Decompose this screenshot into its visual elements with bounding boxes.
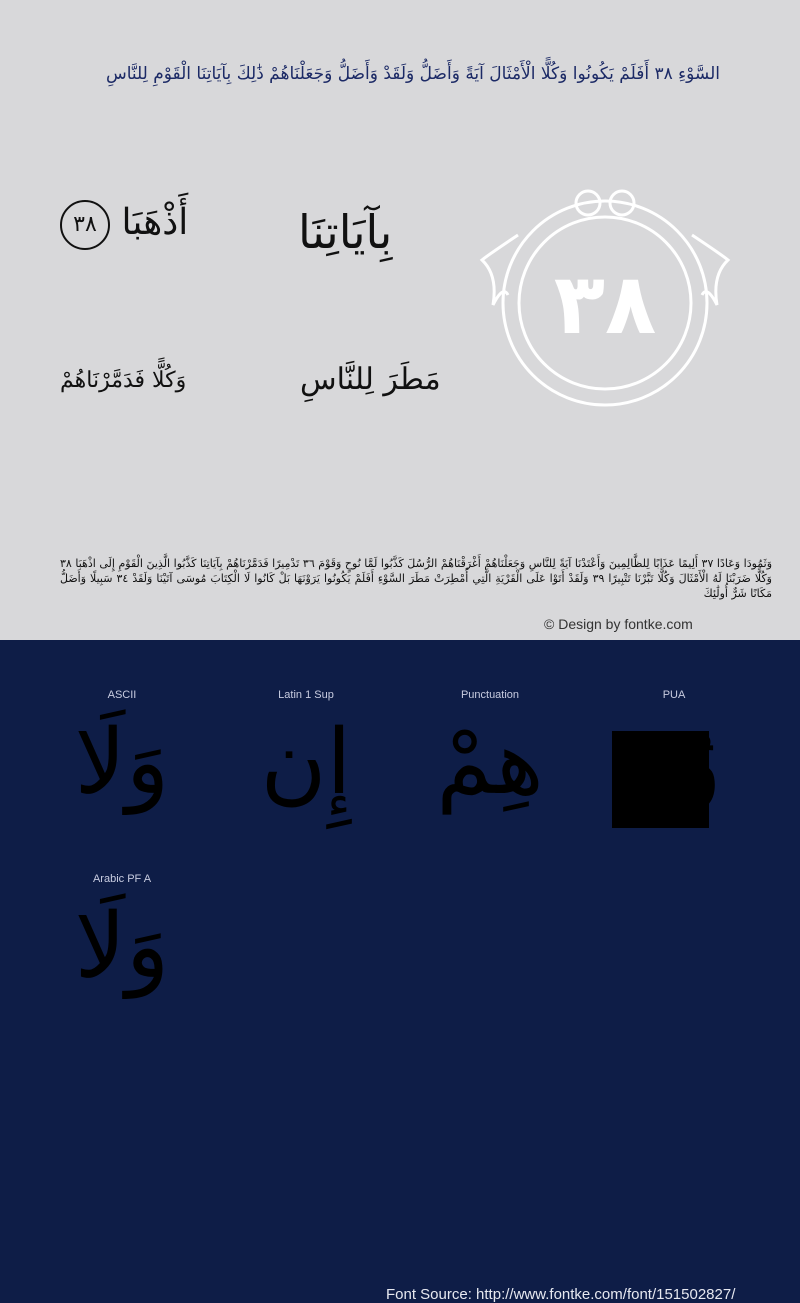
- glyph-latin1: إِن: [260, 710, 352, 815]
- glyph-punctuation: هِمْ: [436, 710, 544, 815]
- sample-dhahaba-text: أَذْهَبَا: [121, 202, 189, 243]
- glyph-label-punctuation: Punctuation: [460, 689, 520, 701]
- glyph-panel: Font Source: http://www.fontke.com/font/…: [0, 640, 800, 1303]
- design-credit: © Design by fontke.com: [544, 616, 693, 632]
- ayah-badge: ٣٨: [60, 200, 110, 250]
- sample-line: السَّوْءِ ٣٨ أَفَلَمْ يَكُونُوا وَكُلًّا…: [105, 64, 720, 84]
- sample-dhahaba: أَذْهَبَا ٣٨: [60, 200, 188, 250]
- medallion-number: ٣٨: [554, 255, 657, 353]
- glyph-label-arabic-pf-a: Arabic PF A: [92, 873, 152, 885]
- ayah-medallion-icon: ٣٨: [479, 189, 731, 407]
- preview-area: السَّوْءِ ٣٨ أَفَلَمْ يَكُونُوا وَكُلًّا…: [0, 0, 800, 640]
- sample-matar: مَطَرَ لِلنَّاسِ: [300, 362, 441, 397]
- glyph-label-latin1: Latin 1 Sup: [278, 689, 334, 701]
- glyph-arabic-pf-a: وَلَا: [74, 894, 170, 999]
- sample-paragraph: وَثَمُودَا وَعَادًا ٣٧ أَلِيمًا عَذَابًا…: [60, 557, 773, 600]
- glyph-pua: وُ: [678, 710, 722, 815]
- sample-ayatina: بِآيَاتِنَا: [298, 205, 393, 259]
- glyph-label-pua: PUA: [662, 689, 686, 701]
- font-source-link[interactable]: Font Source: http://www.fontke.com/font/…: [386, 1286, 735, 1303]
- sample-wakullan: وَكُلًّا فَدَمَّرْنَاهُمْ: [60, 368, 187, 393]
- glyph-ascii: وَلَا: [74, 710, 170, 815]
- glyph-label-ascii: ASCII: [107, 689, 137, 701]
